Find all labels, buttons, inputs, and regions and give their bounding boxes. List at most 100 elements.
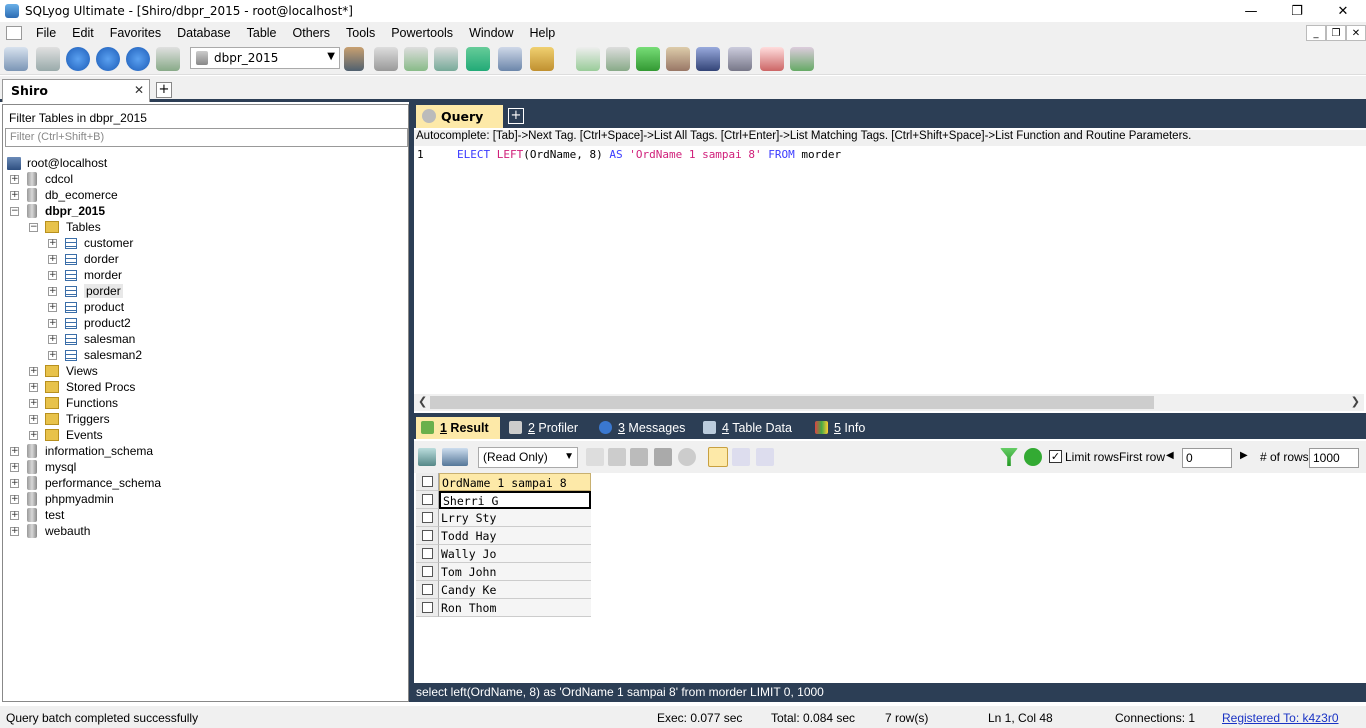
schema-sync-icon[interactable] xyxy=(636,47,660,71)
tree-db-db-ecomerce[interactable]: db_ecomerce xyxy=(27,187,118,203)
form-view-icon[interactable] xyxy=(732,448,750,466)
grid-cell[interactable]: Candy Ke xyxy=(439,581,591,599)
table-row[interactable]: Tom John xyxy=(416,563,591,581)
scheduler-icon[interactable] xyxy=(696,47,720,71)
close-button[interactable]: ✕ xyxy=(1320,0,1366,22)
tree-folder-tables[interactable]: Tables xyxy=(45,219,101,235)
scroll-right-icon[interactable]: ❯ xyxy=(1351,395,1360,408)
execute-edit-icon[interactable] xyxy=(126,47,150,71)
execute-all-icon[interactable] xyxy=(96,47,120,71)
expand-icon[interactable]: + xyxy=(48,271,57,280)
tree-table-salesman[interactable]: salesman xyxy=(65,331,135,347)
menu-powertools[interactable]: Powertools xyxy=(383,26,461,40)
editor-horizontal-scrollbar[interactable]: ❮ ❯ xyxy=(414,394,1364,411)
tree-db-cdcol[interactable]: cdcol xyxy=(27,171,73,187)
expand-icon[interactable]: + xyxy=(48,335,57,344)
tree-table-customer[interactable]: customer xyxy=(65,235,133,251)
tab-result[interactable]: 1 Result xyxy=(416,417,500,439)
select-all-cell[interactable] xyxy=(416,473,439,491)
table-designer-icon[interactable] xyxy=(498,47,522,71)
menu-table[interactable]: Table xyxy=(239,26,285,40)
limit-rows-checkbox[interactable]: ✓ xyxy=(1049,450,1062,463)
grid-cell[interactable]: Ron Thom xyxy=(439,599,591,617)
expand-icon[interactable]: + xyxy=(29,383,38,392)
sql-editor[interactable]: 1 ELECT LEFT(OrdName, 8) AS 'OrdName 1 s… xyxy=(414,146,1364,394)
refresh-icon[interactable] xyxy=(1024,448,1042,466)
row-selector[interactable] xyxy=(416,509,439,527)
filter-input[interactable]: Filter (Ctrl+Shift+B) xyxy=(5,128,408,147)
expand-icon[interactable]: + xyxy=(10,511,19,520)
tree-table-product2[interactable]: product2 xyxy=(65,315,131,331)
prev-page-icon[interactable]: ◀ xyxy=(1166,450,1174,461)
filter-icon[interactable] xyxy=(1000,448,1018,466)
expand-icon[interactable]: + xyxy=(48,303,57,312)
table-row[interactable]: Wally Jo xyxy=(416,545,591,563)
grid-cell[interactable]: Wally Jo xyxy=(439,545,591,563)
new-connection-icon[interactable] xyxy=(36,47,60,71)
user-manager-icon[interactable] xyxy=(344,47,364,71)
row-selector[interactable] xyxy=(416,563,439,581)
next-page-icon[interactable]: ▶ xyxy=(1240,450,1248,461)
insert-row-icon[interactable] xyxy=(586,448,604,466)
tab-info[interactable]: 5 Info xyxy=(810,417,876,439)
menu-help[interactable]: Help xyxy=(522,26,564,40)
expand-icon[interactable]: + xyxy=(48,319,57,328)
new-connection-tab-button[interactable]: + xyxy=(156,82,172,98)
scroll-left-icon[interactable]: ❮ xyxy=(418,395,427,408)
row-selector[interactable] xyxy=(416,491,439,509)
expand-icon[interactable]: + xyxy=(10,527,19,536)
scrollbar-thumb[interactable] xyxy=(430,396,1154,409)
grid-cell[interactable]: Sherri G xyxy=(439,491,591,509)
query-builder-icon[interactable] xyxy=(576,47,600,71)
table-row[interactable]: Todd Hay xyxy=(416,527,591,545)
grid-cell[interactable]: Lrry Sty xyxy=(439,509,591,527)
create-database-icon[interactable] xyxy=(374,47,398,71)
expand-icon[interactable]: + xyxy=(29,431,38,440)
tree-db-information-schema[interactable]: information_schema xyxy=(27,443,153,459)
result-mode-select[interactable]: (Read Only) ▼ xyxy=(478,447,578,468)
grid-cell[interactable]: Todd Hay xyxy=(439,527,591,545)
export-icon[interactable] xyxy=(418,448,436,466)
table-row[interactable]: Ron Thom xyxy=(416,599,591,617)
expand-icon[interactable]: + xyxy=(48,239,57,248)
connect-icon[interactable] xyxy=(4,47,28,71)
menu-tools[interactable]: Tools xyxy=(338,26,383,40)
menu-others[interactable]: Others xyxy=(285,26,339,40)
tab-table-data[interactable]: 4 Table Data xyxy=(698,417,802,439)
expand-icon[interactable]: + xyxy=(48,287,57,296)
grid-cell[interactable]: Tom John xyxy=(439,563,591,581)
checkbox[interactable] xyxy=(422,566,433,577)
tree-folder-triggers[interactable]: Triggers xyxy=(45,411,110,427)
table-row[interactable]: Candy Ke xyxy=(416,581,591,599)
checkbox[interactable] xyxy=(422,548,433,559)
text-view-icon[interactable] xyxy=(756,448,774,466)
expand-icon[interactable]: + xyxy=(29,415,38,424)
reports-icon[interactable] xyxy=(760,47,784,71)
data-sync-icon[interactable] xyxy=(606,47,630,71)
restore-icon[interactable] xyxy=(434,47,458,71)
row-selector[interactable] xyxy=(416,581,439,599)
tree-db-dbpr-2015[interactable]: dbpr_2015 xyxy=(27,203,105,219)
backup-icon[interactable] xyxy=(404,47,428,71)
first-row-input[interactable]: 0 xyxy=(1182,448,1232,468)
expand-icon[interactable]: + xyxy=(10,479,19,488)
num-rows-input[interactable]: 1000 xyxy=(1309,448,1359,468)
grid-view-icon[interactable] xyxy=(708,447,728,467)
save-icon[interactable] xyxy=(630,448,648,466)
tree-table-porder[interactable]: porder xyxy=(65,283,123,299)
tree-server[interactable]: root@localhost xyxy=(7,155,107,171)
duplicate-row-icon[interactable] xyxy=(608,448,626,466)
cancel-icon[interactable] xyxy=(678,448,696,466)
new-query-tab-button[interactable]: + xyxy=(508,108,524,124)
tree-db-test[interactable]: test xyxy=(27,507,64,523)
tree-folder-views[interactable]: Views xyxy=(45,363,98,379)
checkbox[interactable] xyxy=(422,530,433,541)
tree-db-performance-schema[interactable]: performance_schema xyxy=(27,475,161,491)
checkbox[interactable] xyxy=(422,494,433,505)
connection-tab-shiro[interactable]: Shiro ✕ xyxy=(2,79,150,102)
mdi-minimize-button[interactable]: _ xyxy=(1306,25,1326,41)
execute-query-icon[interactable] xyxy=(66,47,90,71)
tab-messages[interactable]: 3 Messages xyxy=(594,417,694,439)
row-selector[interactable] xyxy=(416,545,439,563)
expand-icon[interactable]: + xyxy=(29,399,38,408)
